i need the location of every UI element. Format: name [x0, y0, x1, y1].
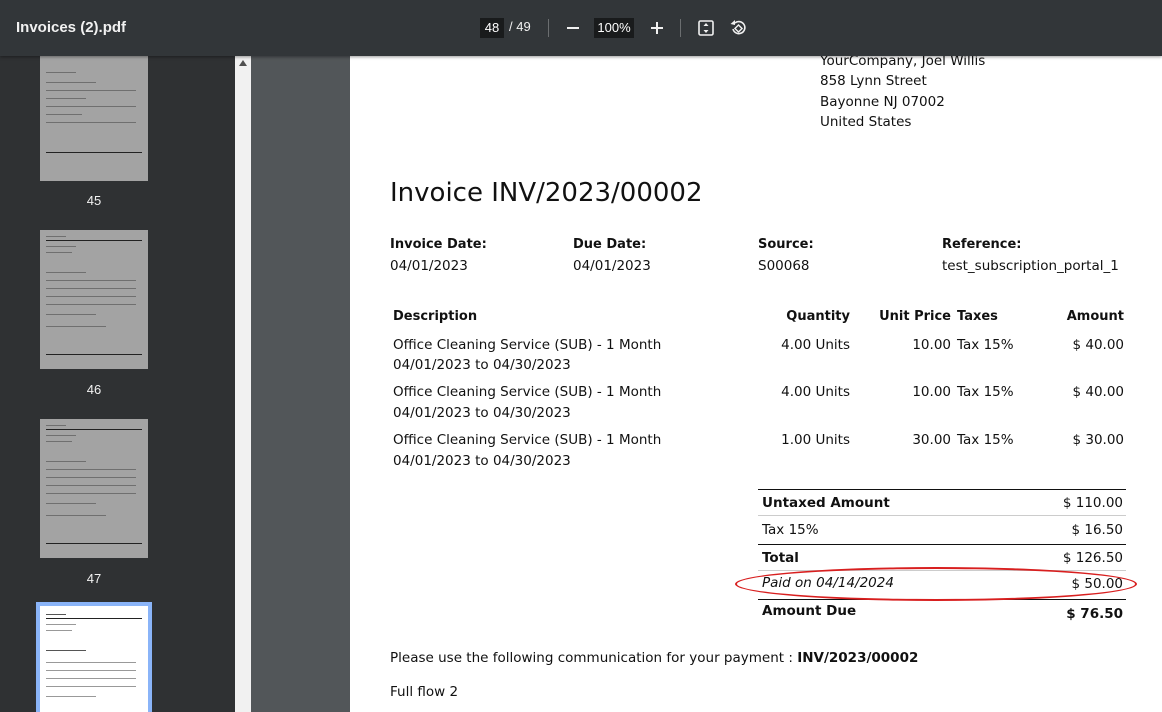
- col-unit-price: Unit Price: [879, 309, 951, 324]
- thumbnail-sidebar[interactable]: 45 46 47: [0, 56, 235, 712]
- invoice-date-label: Invoice Date:: [390, 237, 487, 252]
- plus-icon: [651, 22, 663, 34]
- line-description: Office Cleaning Service (SUB) - 1 Month: [393, 384, 662, 400]
- page-total: / 49: [509, 19, 531, 34]
- zoom-out-button[interactable]: [561, 16, 585, 40]
- due-date-label: Due Date:: [573, 237, 647, 252]
- payment-communication: Please use the following communication f…: [390, 650, 918, 666]
- col-description: Description: [393, 309, 478, 324]
- line-description: Office Cleaning Service (SUB) - 1 Month: [393, 432, 662, 448]
- line-quantity: 1.00 Units: [781, 432, 850, 448]
- toolbar-divider: [548, 19, 549, 37]
- communication-reference: INV/2023/00002: [797, 650, 919, 666]
- communication-text: Please use the following communication f…: [390, 650, 798, 666]
- line-amount: $ 40.00: [1072, 384, 1124, 400]
- page-thumbnail[interactable]: [40, 56, 148, 181]
- invoice-title: Invoice INV/2023/00002: [390, 178, 703, 208]
- reference-value: test_subscription_portal_1: [942, 258, 1119, 274]
- page-thumbnail[interactable]: [40, 230, 148, 369]
- reference-label: Reference:: [942, 237, 1022, 252]
- pdf-toolbar: Invoices (2).pdf 48 / 49 100%: [0, 0, 1162, 56]
- source-label: Source:: [758, 237, 814, 252]
- red-annotation-circle: [735, 567, 1137, 601]
- invoice-date-value: 04/01/2023: [390, 258, 468, 274]
- thumbnail-scrollbar[interactable]: [235, 56, 251, 712]
- company-address-line: Bayonne NJ 07002: [820, 94, 945, 110]
- company-address-line: YourCompany, Joel Willis: [820, 56, 986, 69]
- col-quantity: Quantity: [786, 309, 850, 324]
- document-title: Invoices (2).pdf: [16, 19, 127, 36]
- zoom-in-button[interactable]: [645, 16, 669, 40]
- line-tax: Tax 15%: [957, 384, 1014, 400]
- amount-due-value: $ 76.50: [1066, 606, 1123, 622]
- line-unit-price: 30.00: [912, 432, 951, 448]
- zoom-input[interactable]: 100%: [594, 18, 634, 38]
- line-unit-price: 10.00: [912, 384, 951, 400]
- col-taxes: Taxes: [957, 309, 998, 324]
- scroll-up-arrow-icon[interactable]: [239, 60, 247, 66]
- page-thumbnail[interactable]: [40, 419, 148, 558]
- line-tax: Tax 15%: [957, 337, 1014, 353]
- tax-amount: $ 16.50: [1071, 522, 1123, 538]
- thumbnail-label: 45: [86, 193, 102, 208]
- due-date-value: 04/01/2023: [573, 258, 651, 274]
- rotate-icon: [730, 20, 746, 35]
- page-number-input[interactable]: 48: [480, 18, 504, 38]
- totals-top-rule: [758, 489, 1126, 490]
- untaxed-amount: $ 110.00: [1062, 495, 1123, 511]
- page-thumbnail-selected[interactable]: [36, 602, 152, 712]
- line-unit-price: 10.00: [912, 337, 951, 353]
- fit-page-button[interactable]: [694, 16, 718, 40]
- total-rule: [758, 544, 1126, 545]
- rotate-button[interactable]: [726, 16, 750, 40]
- line-period: 04/01/2023 to 04/30/2023: [393, 405, 571, 421]
- toolbar-divider: [680, 19, 681, 37]
- line-quantity: 4.00 Units: [781, 384, 850, 400]
- untaxed-label: Untaxed Amount: [762, 495, 890, 511]
- line-amount: $ 40.00: [1072, 337, 1124, 353]
- fit-page-icon: [698, 20, 714, 36]
- tax-label: Tax 15%: [762, 522, 819, 538]
- thumbnail-label: 46: [86, 382, 102, 397]
- source-value: S00068: [758, 258, 810, 274]
- company-address-line: 858 Lynn Street: [820, 73, 927, 89]
- line-amount: $ 30.00: [1072, 432, 1124, 448]
- total-label: Total: [762, 550, 799, 566]
- col-amount: Amount: [1066, 309, 1124, 324]
- line-period: 04/01/2023 to 04/30/2023: [393, 357, 571, 373]
- amount-due-label: Amount Due: [762, 603, 857, 619]
- line-description: Office Cleaning Service (SUB) - 1 Month: [393, 337, 662, 353]
- line-quantity: 4.00 Units: [781, 337, 850, 353]
- company-address-line: United States: [820, 114, 912, 130]
- thumbnail-label: 47: [86, 571, 102, 586]
- pdf-page: YourCompany, Joel Willis 858 Lynn Street…: [350, 56, 1162, 712]
- invoice-note: Full flow 2: [390, 684, 459, 700]
- line-period: 04/01/2023 to 04/30/2023: [393, 453, 571, 469]
- totals-rule: [758, 515, 1126, 516]
- total-amount: $ 126.50: [1062, 550, 1123, 566]
- line-tax: Tax 15%: [957, 432, 1014, 448]
- minus-icon: [567, 27, 579, 29]
